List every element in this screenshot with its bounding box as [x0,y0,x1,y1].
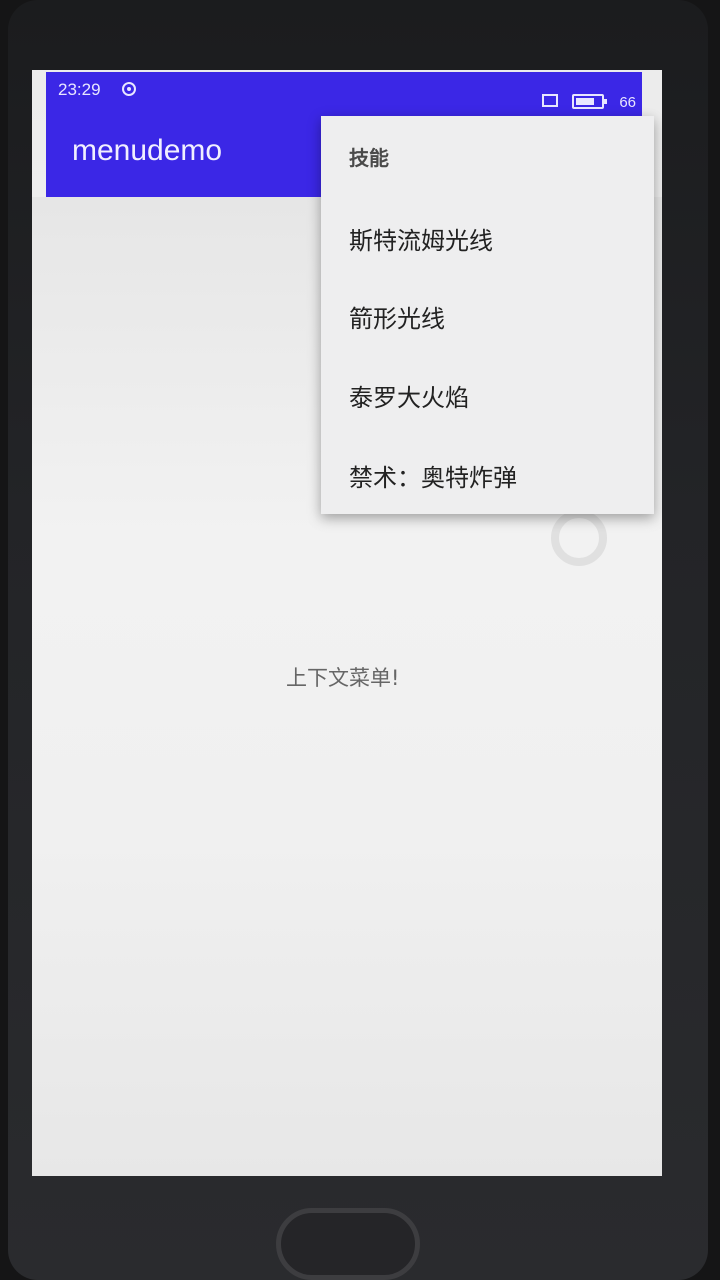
menu-item-label: 箭形光线 [349,305,445,333]
menu-item-ultra-bomb[interactable]: 禁术：奥特炸弹 [321,436,654,514]
app-title: menudemo [72,134,223,167]
notification-rect-icon [542,94,558,107]
context-menu-target-text[interactable]: 上下文菜单! [286,662,399,692]
menu-item-label: 禁术：奥特炸弹 [349,464,517,492]
status-bar: 23:29 66 [46,72,642,120]
popup-menu: 技能 斯特流姆光线 箭形光线 泰罗大火焰 禁术：奥特炸弹 [321,116,654,514]
home-button[interactable] [276,1208,420,1280]
loading-ring-icon [551,510,607,566]
menu-item-taro-flame[interactable]: 泰罗大火焰 [321,356,654,434]
menu-item-stream-ray[interactable]: 斯特流姆光线 [321,199,654,277]
screen: 23:29 66 menudemo 上下文菜单! 技能 斯特流姆光线 箭形光线 … [32,70,662,1176]
battery-level: 66 [619,94,636,111]
status-time: 23:29 [58,80,101,99]
menu-item-label: 斯特流姆光线 [349,227,493,255]
sync-icon [122,82,136,96]
menu-item-label: 泰罗大火焰 [349,384,469,412]
menu-header: 技能 [349,146,389,170]
menu-item-arrow-ray[interactable]: 箭形光线 [321,277,654,355]
battery-icon [572,94,607,109]
